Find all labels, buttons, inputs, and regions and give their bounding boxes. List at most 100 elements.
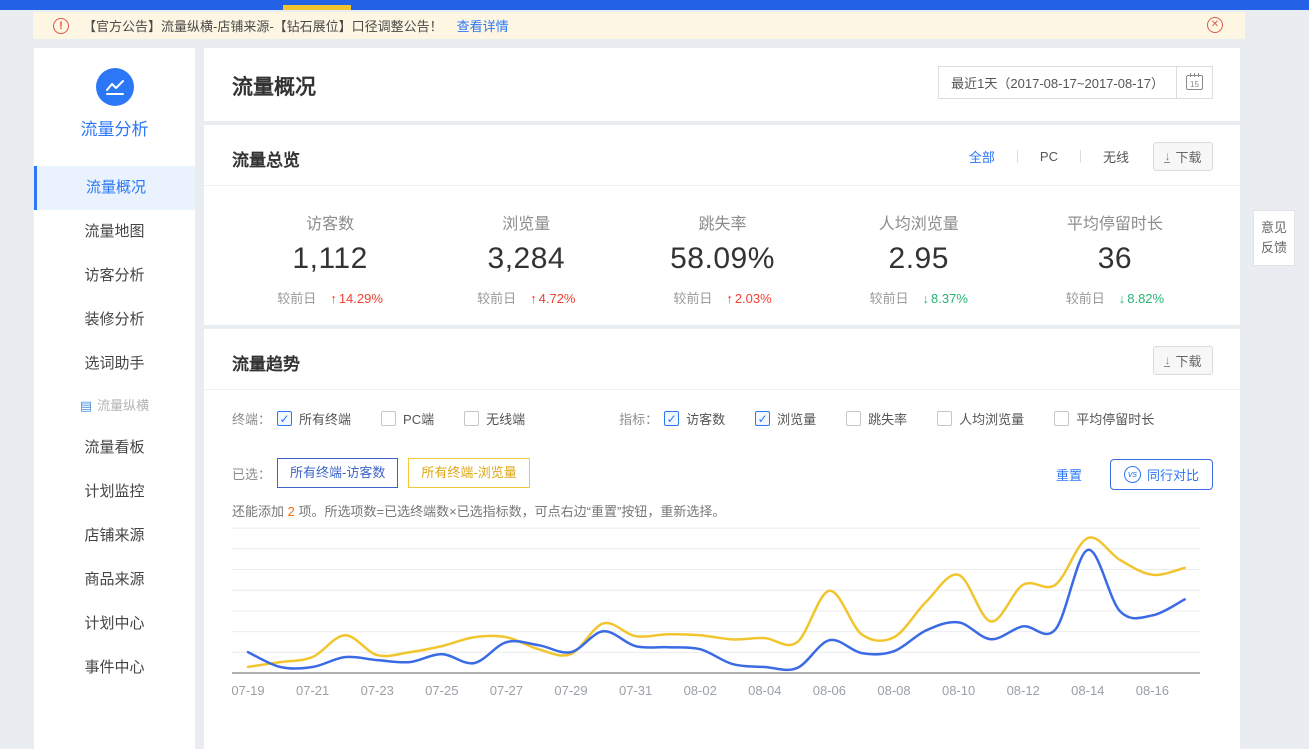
- peer-compare-button[interactable]: vs 同行对比: [1110, 459, 1213, 490]
- checkbox-icon: [664, 411, 679, 426]
- checkbox-icon: [1054, 411, 1069, 426]
- divider: [204, 185, 1240, 186]
- book-icon: ▤: [80, 386, 92, 426]
- checkbox-all-terminals[interactable]: 所有终端: [277, 409, 351, 428]
- checkbox-icon: [937, 411, 952, 426]
- top-nav-bar: [0, 0, 1309, 10]
- announcement-detail-link[interactable]: 查看详情: [457, 16, 509, 35]
- download-button[interactable]: ↓下载: [1153, 346, 1213, 375]
- sidebar-item-traffic-map[interactable]: 流量地图: [34, 210, 195, 254]
- feedback-button[interactable]: 意见 反馈: [1253, 210, 1295, 266]
- sidebar-item-traffic-board[interactable]: 流量看板: [34, 426, 195, 470]
- stat-bounce-rate: 跳失率 58.09% 较前日2.03%: [624, 210, 820, 307]
- checkbox-pageviews[interactable]: 浏览量: [755, 409, 816, 428]
- active-nav-indicator: [283, 5, 351, 10]
- svg-text:08-08: 08-08: [877, 683, 910, 698]
- sidebar-title: 流量分析: [34, 115, 195, 140]
- svg-text:08-02: 08-02: [684, 683, 717, 698]
- sidebar-section-traffic-matrix[interactable]: ▤流量纵横: [34, 386, 195, 426]
- stat-pageviews: 浏览量 3,284 较前日4.72%: [428, 210, 624, 307]
- page-header-card: 流量概况 最近1天（2017-08-17~2017-08-17） 15: [204, 48, 1240, 121]
- section-title-overview: 流量总览: [232, 146, 300, 171]
- trend-filter-row: 终端： 所有终端 PC端 无线端 指标： 访客数 浏览量 跳失率 人均浏览量 平…: [232, 409, 1184, 428]
- remaining-count: 2: [288, 504, 295, 519]
- warning-icon: !: [53, 18, 69, 34]
- sidebar: 流量分析 流量概况 流量地图 访客分析 装修分析 选词助手 ▤流量纵横 流量看板…: [34, 48, 195, 749]
- metric-group-label: 指标：: [619, 409, 658, 428]
- traffic-overview-card: 流量总览 全部 PC 无线 ↓下载 访客数 1,112 较前日14.29% 浏览…: [204, 125, 1240, 325]
- checkbox-pc-terminal[interactable]: PC端: [381, 409, 434, 428]
- trend-controls: ↓下载: [1153, 346, 1213, 375]
- overview-controls: 全部 PC 无线 ↓下载: [967, 142, 1213, 171]
- change-badge: 8.37%: [923, 291, 968, 306]
- svg-text:08-06: 08-06: [813, 683, 846, 698]
- close-icon[interactable]: ✕: [1207, 17, 1223, 33]
- svg-text:08-10: 08-10: [942, 683, 975, 698]
- checkbox-icon: [464, 411, 479, 426]
- sidebar-item-visitor-analysis[interactable]: 访客分析: [34, 254, 195, 298]
- announcement-text: 【官方公告】流量纵横-店铺来源-【钻石展位】口径调整公告！: [83, 16, 443, 35]
- tab-all[interactable]: 全部: [967, 147, 997, 166]
- tab-pc[interactable]: PC: [1038, 149, 1060, 164]
- tab-wireless[interactable]: 无线: [1101, 147, 1131, 166]
- selection-note: 还能添加 2 项。所选项数=已选终端数×已选指标数，可点右边“重置”按钮，重新选…: [232, 501, 725, 520]
- divider: [1080, 150, 1081, 163]
- calendar-button[interactable]: 15: [1176, 67, 1212, 98]
- divider: [1017, 150, 1018, 163]
- overview-stats: 访客数 1,112 较前日14.29% 浏览量 3,284 较前日4.72% 跳…: [232, 210, 1213, 307]
- sidebar-item-decoration-analysis[interactable]: 装修分析: [34, 298, 195, 342]
- svg-text:08-12: 08-12: [1007, 683, 1040, 698]
- svg-text:07-21: 07-21: [296, 683, 329, 698]
- sidebar-item-shop-source[interactable]: 店铺来源: [34, 514, 195, 558]
- date-range-picker[interactable]: 最近1天（2017-08-17~2017-08-17） 15: [938, 66, 1213, 99]
- svg-text:07-25: 07-25: [425, 683, 458, 698]
- trend-chart[interactable]: 07-1907-2107-2307-2507-2707-2907-3108-02…: [232, 526, 1217, 709]
- svg-text:07-19: 07-19: [232, 683, 265, 698]
- sidebar-item-event-center[interactable]: 事件中心: [34, 646, 195, 690]
- sidebar-brand: 流量分析: [34, 48, 195, 140]
- svg-text:07-23: 07-23: [361, 683, 394, 698]
- announcement-bar: ! 【官方公告】流量纵横-店铺来源-【钻石展位】口径调整公告！ 查看详情 ✕: [33, 12, 1245, 39]
- selected-row: 已选： 所有终端-访客数 所有终端-浏览量: [232, 458, 540, 488]
- sidebar-menu: 流量概况 流量地图 访客分析 装修分析 选词助手 ▤流量纵横 流量看板 计划监控…: [34, 166, 195, 690]
- metric-group: 指标： 访客数 浏览量 跳失率 人均浏览量 平均停留时长: [619, 409, 1184, 428]
- stat-avg-stay-time: 平均停留时长 36 较前日8.82%: [1017, 210, 1213, 307]
- svg-text:07-31: 07-31: [619, 683, 652, 698]
- calendar-icon: 15: [1186, 75, 1203, 90]
- sidebar-item-traffic-overview[interactable]: 流量概况: [34, 166, 195, 210]
- svg-text:08-16: 08-16: [1136, 683, 1169, 698]
- checkbox-icon: [846, 411, 861, 426]
- date-range-text: 最近1天（2017-08-17~2017-08-17）: [939, 73, 1176, 92]
- section-title-trend: 流量趋势: [232, 350, 300, 375]
- change-badge: 14.29%: [330, 291, 383, 306]
- svg-text:08-04: 08-04: [748, 683, 781, 698]
- svg-text:08-14: 08-14: [1071, 683, 1104, 698]
- terminal-group-label: 终端：: [232, 409, 271, 428]
- checkbox-icon: [381, 411, 396, 426]
- page-title: 流量概况: [232, 71, 316, 101]
- change-badge: 4.72%: [530, 291, 575, 306]
- checkbox-pages-per-visit[interactable]: 人均浏览量: [937, 409, 1024, 428]
- change-badge: 2.03%: [726, 291, 771, 306]
- line-chart-icon: [96, 68, 134, 106]
- vs-icon: vs: [1124, 466, 1141, 483]
- checkbox-avg-stay-time[interactable]: 平均停留时长: [1054, 409, 1154, 428]
- download-button[interactable]: ↓下载: [1153, 142, 1213, 171]
- sidebar-item-plan-center[interactable]: 计划中心: [34, 602, 195, 646]
- download-icon: ↓: [1164, 355, 1170, 367]
- stat-visitors: 访客数 1,112 较前日14.29%: [232, 210, 428, 307]
- checkbox-wireless-terminal[interactable]: 无线端: [464, 409, 525, 428]
- selected-tag-pageviews[interactable]: 所有终端-浏览量: [408, 458, 529, 488]
- checkbox-icon: [277, 411, 292, 426]
- download-icon: ↓: [1164, 151, 1170, 163]
- change-badge: 8.82%: [1119, 291, 1164, 306]
- checkbox-bounce-rate[interactable]: 跳失率: [846, 409, 907, 428]
- checkbox-icon: [755, 411, 770, 426]
- selected-tag-visitors[interactable]: 所有终端-访客数: [277, 458, 398, 488]
- sidebar-item-word-assistant[interactable]: 选词助手: [34, 342, 195, 386]
- sidebar-item-product-source[interactable]: 商品来源: [34, 558, 195, 602]
- svg-text:07-29: 07-29: [554, 683, 587, 698]
- sidebar-item-plan-monitor[interactable]: 计划监控: [34, 470, 195, 514]
- checkbox-visitors[interactable]: 访客数: [664, 409, 725, 428]
- reset-link[interactable]: 重置: [1056, 465, 1082, 484]
